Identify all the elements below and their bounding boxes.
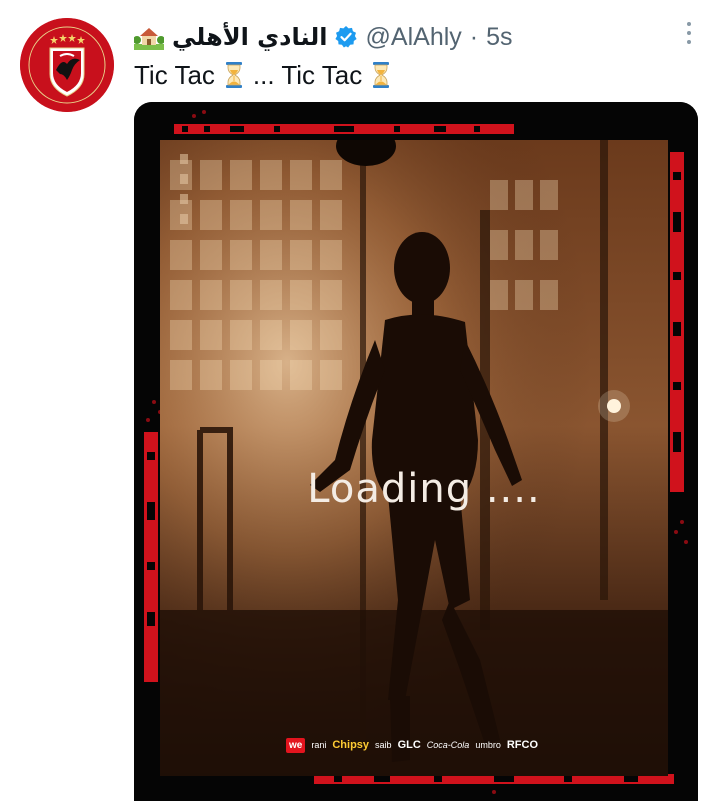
avatar[interactable] [20, 18, 114, 112]
more-options-icon[interactable] [684, 22, 694, 48]
timestamp[interactable]: 5s [486, 23, 512, 52]
tweet-text: Tic Tac ... Tic Tac [134, 58, 400, 92]
tweet-media-image[interactable]: Loading .... we rani Chipsy saib GLC Coc… [134, 102, 698, 801]
sponsor-logo: umbro [475, 740, 501, 750]
display-name[interactable]: النادي الأهلي [172, 23, 328, 51]
sponsor-logo: RFCO [506, 739, 539, 751]
sponsor-logo: Chipsy [332, 739, 370, 751]
verified-badge-icon [334, 25, 358, 49]
user-handle[interactable]: @AlAhly [366, 23, 462, 52]
house-with-garden-icon [134, 24, 164, 50]
separator-dot: · [469, 22, 479, 51]
sponsor-logo: Coca-Cola [426, 740, 470, 750]
sponsor-logo: GLC [397, 739, 421, 751]
sponsor-logo: we [286, 737, 306, 753]
hourglass-icon [225, 62, 243, 88]
tweet-card[interactable]: النادي الأهلي @AlAhly · 5s Tic Tac ... T… [0, 0, 720, 801]
hourglass-icon [372, 62, 390, 88]
al-ahly-logo-icon [20, 18, 114, 112]
tweet-text-part1: Tic Tac [134, 59, 215, 90]
sponsor-logos: we rani Chipsy saib GLC Coca-Cola umbro … [286, 725, 576, 765]
sponsor-logo: saib [375, 740, 392, 750]
silhouette-photo: Loading .... we rani Chipsy saib GLC Coc… [160, 140, 668, 776]
loading-overlay-text: Loading .... [307, 466, 541, 512]
tweet-text-part2: ... Tic Tac [252, 59, 363, 90]
tweet-header: النادي الأهلي @AlAhly · 5s [134, 20, 513, 54]
sponsor-logo: rani [311, 740, 327, 750]
